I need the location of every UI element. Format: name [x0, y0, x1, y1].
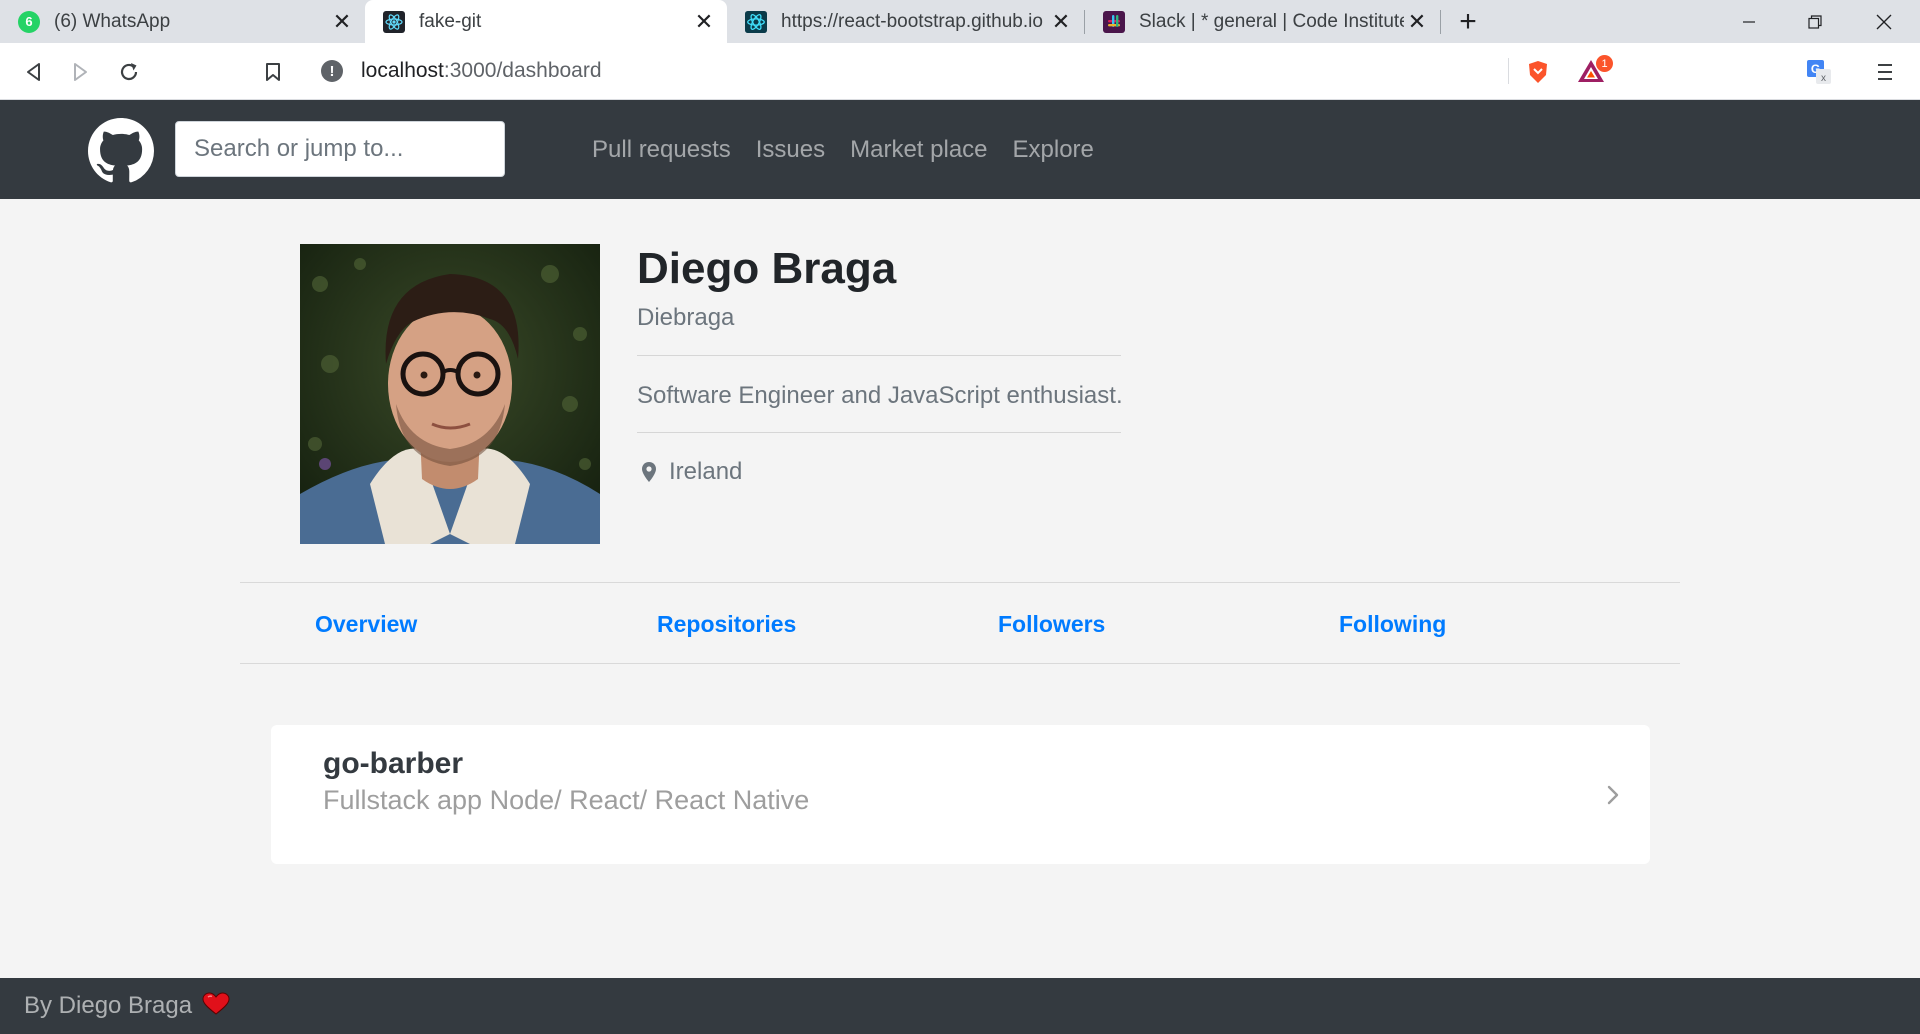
- tab-overview[interactable]: Overview: [315, 611, 417, 638]
- divider: [637, 355, 1121, 356]
- profile-location: Ireland: [637, 458, 742, 486]
- url-host: localhost: [361, 59, 444, 82]
- nav-marketplace[interactable]: Market place: [850, 136, 987, 164]
- close-tab-icon[interactable]: ✕: [329, 9, 355, 35]
- app-header: Pull requests Issues Market place Explor…: [0, 100, 1920, 199]
- url-path: :3000/dashboard: [443, 59, 602, 82]
- react-icon: [383, 10, 405, 33]
- close-window-icon[interactable]: [1851, 0, 1917, 43]
- forward-icon[interactable]: [64, 56, 96, 88]
- nav-pull-requests[interactable]: Pull requests: [592, 136, 731, 164]
- profile-tabs: Overview Repositories Followers Followin…: [240, 582, 1680, 664]
- browser-toolbar: ! localhost:3000/dashboard 1 Gx: [0, 43, 1920, 100]
- translate-icon[interactable]: Gx: [1806, 59, 1832, 85]
- footer: By Diego Braga: [0, 978, 1920, 1034]
- address-bar[interactable]: ! localhost:3000/dashboard: [306, 51, 1616, 91]
- close-tab-icon[interactable]: ✕: [691, 9, 717, 35]
- bookmark-icon[interactable]: [257, 56, 289, 88]
- browser-tab-whatsapp[interactable]: 6 (6) WhatsApp ✕: [0, 0, 365, 43]
- rewards-badge: 1: [1596, 55, 1613, 72]
- location-text: Ireland: [669, 458, 743, 485]
- minimize-icon[interactable]: [1716, 0, 1782, 43]
- profile-name: Diego Braga: [637, 244, 897, 293]
- tab-followers[interactable]: Followers: [998, 611, 1105, 638]
- nav-issues[interactable]: Issues: [756, 136, 825, 164]
- repo-name: go-barber: [323, 747, 464, 780]
- new-tab-button[interactable]: +: [1452, 5, 1484, 38]
- whatsapp-icon: 6: [18, 10, 40, 33]
- browser-tab-react-bootstrap[interactable]: https://react-bootstrap.github.io ✕: [727, 0, 1084, 43]
- browser-tab-bar: 6 (6) WhatsApp ✕ fake-git ✕ https://reac…: [0, 0, 1920, 43]
- heart-icon: [202, 991, 230, 1021]
- browser-tab-fake-git[interactable]: fake-git ✕: [365, 0, 727, 43]
- omnibox-divider: [1508, 58, 1509, 84]
- brave-shields-icon[interactable]: [1525, 59, 1551, 85]
- browser-tab-slack[interactable]: Slack | * general | Code Institute | 1 ✕: [1085, 0, 1440, 43]
- nav-explore[interactable]: Explore: [1013, 136, 1094, 164]
- tab-title: https://react-bootstrap.github.io: [781, 10, 1043, 32]
- back-icon[interactable]: [18, 56, 50, 88]
- avatar: [300, 244, 600, 544]
- close-tab-icon[interactable]: ✕: [1404, 9, 1430, 35]
- tab-separator: [1440, 10, 1441, 34]
- svg-text:x: x: [1821, 73, 1826, 84]
- main-nav: Pull requests Issues Market place Explor…: [592, 100, 1119, 199]
- repo-description: Fullstack app Node/ React/ React Native: [323, 785, 810, 815]
- react-bootstrap-icon: [745, 10, 767, 33]
- profile-login: Diebraga: [637, 304, 735, 331]
- browser-menu-icon[interactable]: [1870, 57, 1900, 87]
- tab-following[interactable]: Following: [1339, 611, 1446, 638]
- url-text: localhost:3000/dashboard: [361, 59, 602, 83]
- tab-title: (6) WhatsApp: [54, 10, 171, 32]
- search-input[interactable]: [175, 121, 505, 177]
- divider: [637, 432, 1121, 433]
- profile-bio: Software Engineer and JavaScript enthusi…: [637, 382, 1123, 409]
- github-icon[interactable]: [88, 118, 154, 184]
- repo-card[interactable]: go-barber Fullstack app Node/ React/ Rea…: [271, 725, 1650, 864]
- tab-repositories[interactable]: Repositories: [657, 611, 796, 638]
- chevron-right-icon: [1601, 781, 1625, 809]
- restore-icon[interactable]: [1782, 0, 1848, 43]
- slack-icon: [1103, 10, 1125, 33]
- reload-icon[interactable]: [113, 56, 145, 88]
- tab-title: fake-git: [419, 10, 482, 32]
- location-pin-icon: [642, 462, 656, 482]
- site-info-icon[interactable]: !: [321, 60, 343, 82]
- footer-text: By Diego Braga: [24, 992, 193, 1019]
- close-tab-icon[interactable]: ✕: [1048, 9, 1074, 35]
- tab-title: Slack | * general | Code Institute | 1: [1139, 10, 1404, 32]
